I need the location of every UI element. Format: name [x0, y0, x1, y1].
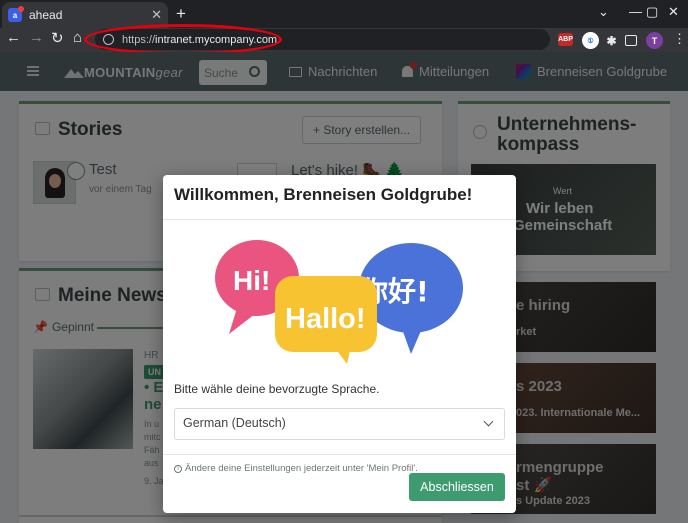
- forward-icon[interactable]: →: [29, 29, 44, 46]
- divider: [163, 454, 516, 455]
- modal-title: Willkommen, Brenneisen Goldgrube!: [174, 185, 473, 204]
- ahead-icon: a: [8, 6, 24, 22]
- home-icon[interactable]: ⌂: [73, 29, 82, 46]
- close-tab-icon[interactable]: ✕: [151, 7, 162, 23]
- back-icon[interactable]: ←: [6, 29, 21, 46]
- extensions-icon[interactable]: ✱: [603, 32, 620, 49]
- chevron-down-icon[interactable]: ⌄: [598, 4, 609, 20]
- info-icon: i: [174, 464, 182, 473]
- language-prompt: Bitte wähle deine bevorzugte Sprache.: [174, 382, 380, 396]
- maximize-button[interactable]: ▢: [646, 4, 658, 20]
- password-manager-icon[interactable]: ①: [582, 32, 599, 49]
- svg-text:Hallo!: Hallo!: [285, 303, 366, 335]
- tab-title: ahead: [29, 8, 63, 22]
- profile-avatar[interactable]: T: [646, 32, 663, 49]
- welcome-modal: Willkommen, Brenneisen Goldgrube! Hi! 你好…: [163, 175, 516, 513]
- browser-tab[interactable]: a ahead ✕: [2, 2, 168, 28]
- info-text: i Ändere deine Einstellungen jederzeit u…: [174, 463, 418, 474]
- language-select[interactable]: German (Deutsch): [174, 408, 505, 440]
- divider: [163, 219, 516, 220]
- chevron-down-icon: [483, 416, 494, 427]
- adblock-icon[interactable]: ABP: [558, 33, 573, 46]
- kebab-menu-icon[interactable]: ⋮: [673, 31, 686, 47]
- minimize-button[interactable]: —: [629, 4, 642, 19]
- greeting-bubbles-illustration: Hi! 你好! Hallo!: [215, 240, 463, 364]
- browser-tabbar: a ahead ✕ + ⌄ — ▢ ✕: [0, 0, 688, 28]
- new-tab-button[interactable]: +: [176, 4, 186, 24]
- finish-button[interactable]: Abschliessen: [409, 473, 505, 501]
- annotation-highlight: [84, 24, 282, 55]
- reload-icon[interactable]: ↻: [51, 29, 64, 47]
- bubble-hallo: Hallo!: [275, 276, 377, 364]
- side-panel-icon[interactable]: [625, 35, 637, 46]
- svg-text:Hi!: Hi!: [233, 265, 270, 296]
- close-window-button[interactable]: ✕: [668, 4, 679, 20]
